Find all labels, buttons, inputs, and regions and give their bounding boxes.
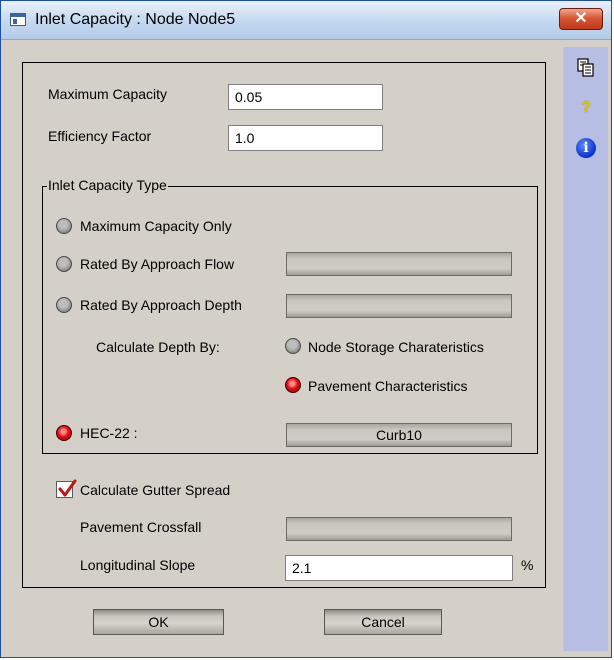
checkmark-icon <box>58 479 77 497</box>
ok-button[interactable]: OK <box>93 609 224 635</box>
radio-node-storage-label: Node Storage Charateristics <box>308 339 484 355</box>
gutter-spread-checkbox[interactable] <box>56 479 77 498</box>
radio-node-storage[interactable] <box>285 338 301 354</box>
window-icon <box>10 13 26 26</box>
copy-button[interactable] <box>564 55 608 81</box>
window-title: Inlet Capacity : Node Node5 <box>35 11 236 28</box>
copy-icon <box>576 57 596 80</box>
crossfall-label: Pavement Crossfall <box>80 519 202 535</box>
close-icon: ✕ <box>574 10 588 27</box>
max-capacity-input[interactable] <box>228 84 383 110</box>
title-bar[interactable]: Inlet Capacity : Node Node5 ✕ <box>1 1 611 40</box>
slope-label: Longitudinal Slope <box>80 557 196 573</box>
approach-depth-field[interactable] <box>286 294 512 318</box>
efficiency-input[interactable] <box>228 125 383 151</box>
radio-approach-depth-label: Rated By Approach Depth <box>80 297 242 313</box>
help-button[interactable]: ? <box>564 95 608 121</box>
slope-unit: % <box>521 557 534 573</box>
radio-pavement-label: Pavement Characteristics <box>308 378 468 394</box>
radio-hec22-label: HEC-22 : <box>80 425 138 441</box>
efficiency-label: Efficiency Factor <box>48 128 152 144</box>
radio-max-capacity-only[interactable] <box>56 218 72 234</box>
radio-approach-flow-label: Rated By Approach Flow <box>80 256 235 272</box>
radio-approach-flow[interactable] <box>56 256 72 272</box>
gutter-spread-label: Calculate Gutter Spread <box>80 482 231 498</box>
radio-approach-depth[interactable] <box>56 297 72 313</box>
info-icon: i <box>576 138 596 158</box>
side-toolbar: ? i <box>563 47 608 651</box>
close-button[interactable]: ✕ <box>559 8 603 30</box>
radio-max-capacity-only-label: Maximum Capacity Only <box>80 218 232 234</box>
depth-by-label: Calculate Depth By: <box>96 339 220 355</box>
radio-pavement[interactable] <box>285 377 301 393</box>
inlet-type-legend: Inlet Capacity Type <box>47 177 168 193</box>
approach-flow-field[interactable] <box>286 252 512 276</box>
help-icon: ? <box>581 99 591 116</box>
slope-input[interactable] <box>285 555 513 581</box>
crossfall-field[interactable] <box>286 517 512 541</box>
max-capacity-label: Maximum Capacity <box>48 86 168 102</box>
radio-hec22[interactable] <box>56 425 72 441</box>
info-button[interactable]: i <box>564 135 608 161</box>
cancel-button[interactable]: Cancel <box>324 609 442 635</box>
hec22-button[interactable]: Curb10 <box>286 423 512 447</box>
